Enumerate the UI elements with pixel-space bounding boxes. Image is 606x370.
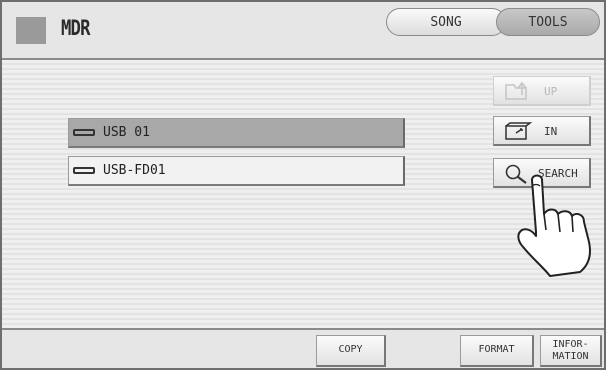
title-color-swatch (16, 17, 46, 44)
header-bar: MDR SONG TOOLS (2, 2, 604, 60)
footer-bar: COPY FORMAT INFOR- MATION (2, 328, 604, 368)
tab-song[interactable]: SONG (386, 8, 506, 36)
in-button[interactable]: IN (493, 116, 591, 146)
information-button[interactable]: INFOR- MATION (540, 335, 602, 367)
device-label: USB 01 (103, 125, 150, 140)
pointing-hand-icon (517, 174, 591, 277)
page-title: MDR (61, 16, 90, 40)
device-item-usb01[interactable]: USB 01 (68, 118, 405, 148)
up-button[interactable]: UP (493, 76, 591, 106)
device-item-usb-fd01[interactable]: USB-FD01 (68, 156, 405, 186)
device-label: USB-FD01 (103, 163, 166, 178)
up-label: UP (544, 85, 558, 98)
usb-drive-icon (73, 167, 95, 174)
copy-button[interactable]: COPY (316, 335, 386, 367)
in-label: IN (544, 125, 558, 138)
usb-drive-icon (73, 129, 95, 136)
folder-up-icon (505, 81, 527, 100)
folder-in-icon (505, 122, 532, 140)
tab-tools[interactable]: TOOLS (496, 8, 600, 36)
format-button[interactable]: FORMAT (460, 335, 534, 367)
